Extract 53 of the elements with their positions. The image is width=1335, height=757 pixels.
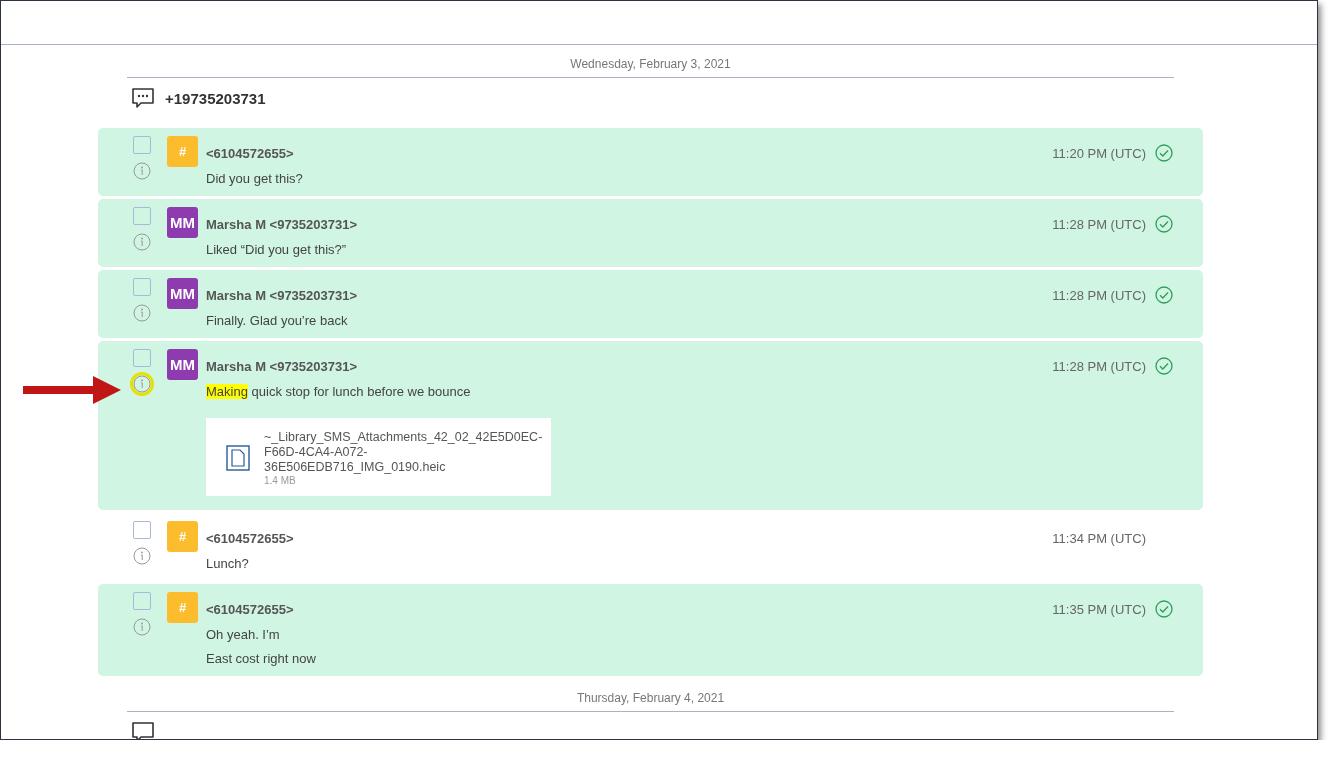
avatar: MM — [167, 349, 198, 380]
file-name: 36E506EDB716_IMG_0190.heic — [264, 460, 447, 475]
message-text: Did you get this? — [206, 171, 304, 186]
message-time: 11:35 PM (UTC) — [1052, 601, 1146, 617]
info-icon[interactable] — [133, 304, 151, 322]
avatar: # — [167, 136, 198, 167]
checkbox[interactable] — [133, 592, 151, 610]
avatar: MM — [167, 278, 198, 309]
message-time: 11:28 PM (UTC) — [1052, 216, 1146, 232]
message-text: Finally. Glad you’re back — [206, 313, 349, 328]
sender-name: <6104572655> — [206, 145, 294, 161]
checkbox[interactable] — [133, 278, 151, 296]
info-icon[interactable] — [133, 162, 151, 180]
message-text: East cost right now — [206, 651, 317, 666]
check-circle-icon — [1155, 600, 1173, 618]
info-icon[interactable] — [133, 375, 151, 393]
sender-name: Marsha M <9735203731> — [206, 287, 358, 303]
message-text: Making quick stop for lunch before we bounce — [206, 384, 472, 399]
message-time: 11:28 PM (UTC) — [1052, 358, 1146, 374]
check-circle-icon — [1155, 144, 1173, 162]
date-label: Thursday, February 4, 2021 — [576, 691, 725, 705]
message-text: Lunch? — [206, 556, 250, 571]
message-text: Oh yeah. I’m — [206, 627, 281, 642]
file-name: ~_Library_SMS_Attachments_42_02_42E5D0EC- — [264, 430, 543, 445]
info-icon[interactable] — [133, 233, 151, 251]
sender-name: <6104572655> — [206, 530, 294, 546]
check-circle-icon — [1155, 357, 1173, 375]
conversation-number: +19735203731 — [165, 89, 266, 107]
sender-name: Marsha M <9735203731> — [206, 216, 358, 232]
file-size: 1.4 MB — [264, 475, 297, 486]
avatar: # — [167, 592, 198, 623]
chat-bubble-icon — [131, 721, 155, 739]
check-circle-icon — [1155, 215, 1173, 233]
chat-bubble-icon — [131, 87, 155, 109]
sender-name: Marsha M <9735203731> — [206, 358, 358, 374]
attachment-card[interactable]: ~_Library_SMS_Attachments_42_02_42E5D0EC- F66D-4CA4-A072- 36E506EDB716_IMG_0190.heic 1.4 MB — [206, 418, 551, 496]
message-time: 11:28 PM (UTC) — [1052, 287, 1146, 303]
file-icon — [226, 445, 250, 471]
checkbox[interactable] — [133, 207, 151, 225]
avatar: MM — [167, 207, 198, 238]
avatar: # — [167, 521, 198, 552]
file-name: F66D-4CA4-A072- — [264, 445, 369, 460]
message-text: Liked “Did you get this?” — [206, 242, 348, 257]
sender-name: <6104572655> — [206, 601, 294, 617]
message-time: 11:34 PM (UTC) — [1052, 530, 1146, 546]
info-icon[interactable] — [133, 547, 151, 565]
date-label: Wednesday, February 3, 2021 — [570, 57, 731, 71]
message-time: 11:20 PM (UTC) — [1052, 145, 1146, 161]
checkbox[interactable] — [133, 136, 151, 154]
checkbox[interactable] — [133, 521, 151, 539]
checkbox[interactable] — [133, 349, 151, 367]
check-circle-icon — [1155, 286, 1173, 304]
info-icon[interactable] — [133, 618, 151, 636]
